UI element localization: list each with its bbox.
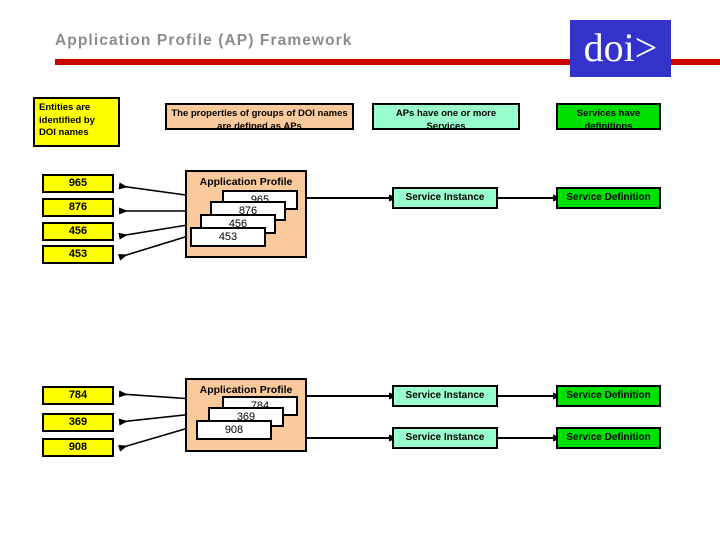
entity-id-box: 784	[42, 386, 114, 405]
legend-services: Services have definitions	[556, 103, 661, 132]
profile-entry: 908	[196, 420, 272, 440]
application-profile-title: Application Profile	[199, 176, 293, 188]
entity-id-box: 965	[42, 174, 114, 193]
service-definition-box: Service Definition	[556, 385, 661, 407]
profile-entry: 453	[190, 227, 266, 247]
service-instance-box: Service Instance	[392, 187, 498, 209]
legend-properties: The properties of groups of DOI names ar…	[165, 103, 354, 132]
entity-id-box: 369	[42, 413, 114, 432]
slide-canvas: Application Profile (AP) Framework doi> …	[0, 0, 720, 540]
legend-entities: Entities are identified by DOI names	[33, 97, 120, 147]
entity-id-box: 453	[42, 245, 114, 264]
connector-lines	[118, 182, 562, 452]
service-instance-box: Service Instance	[392, 427, 498, 449]
doi-logo: doi>	[570, 20, 671, 77]
service-instance-box: Service Instance	[392, 385, 498, 407]
entity-id-box: 456	[42, 222, 114, 241]
entity-id-box: 876	[42, 198, 114, 217]
legend-aps: APs have one or more Services	[372, 103, 520, 132]
page-title: Application Profile (AP) Framework	[55, 32, 353, 49]
application-profile-title: Application Profile	[199, 384, 293, 396]
entity-id-box: 908	[42, 438, 114, 457]
service-definition-box: Service Definition	[556, 427, 661, 449]
service-definition-box: Service Definition	[556, 187, 661, 209]
